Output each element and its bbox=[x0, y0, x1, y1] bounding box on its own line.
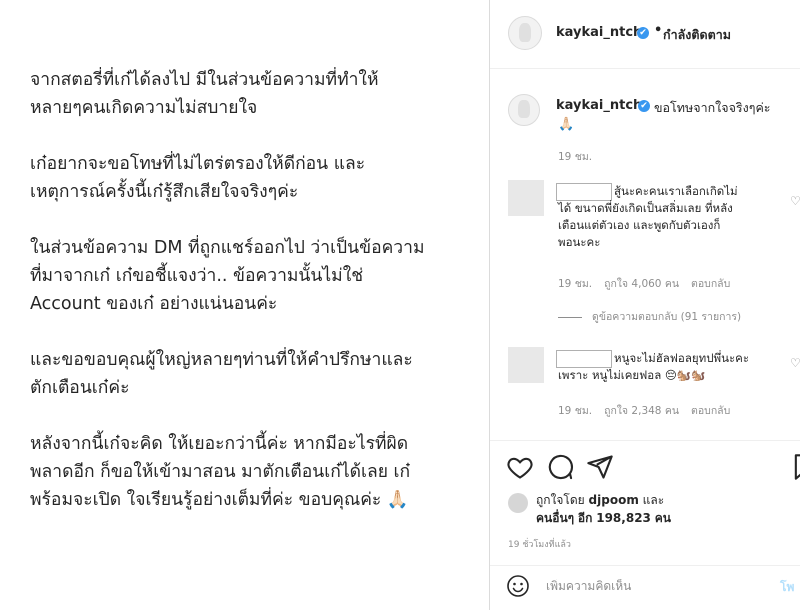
caption-username[interactable]: kaykai_ntch bbox=[556, 98, 642, 113]
comment-icon[interactable] bbox=[546, 453, 574, 481]
comment-line: สู้นะคะคนเราเลือกเกิดไม่ bbox=[614, 184, 738, 198]
post-line: ตักเตือนเก๋ค่ะ bbox=[30, 378, 130, 398]
post-paragraph: หลังจากนี้เก๋จะคิด ให้เยอะกว่านี้ค่ะ หาก… bbox=[30, 430, 470, 514]
comment-line: หนูจะไม่ฮัลฟอลยุทปพึ่นะคะ bbox=[614, 351, 749, 365]
verified-icon: ✔ bbox=[637, 27, 649, 39]
post-paragraph: ในส่วนข้อความ DM ที่ถูกแชร์ออกไป ว่าเป็น… bbox=[30, 234, 470, 318]
liked-and-label: และ bbox=[642, 493, 665, 507]
comment-time[interactable]: 19 ชม. bbox=[558, 405, 592, 417]
caption-avatar[interactable] bbox=[508, 94, 540, 126]
comment-like-icon[interactable]: ♡ bbox=[790, 356, 800, 370]
likes-count[interactable]: 198,823 bbox=[596, 511, 651, 525]
avatar[interactable] bbox=[508, 16, 542, 50]
caption-time[interactable]: 19 ชม. bbox=[558, 148, 592, 165]
post-line: พลาดอีก ก็ขอให้เข้ามาสอน มาตักเตือนเก๋ได… bbox=[30, 462, 411, 482]
following-button[interactable]: กำลังติดตาม bbox=[663, 25, 731, 45]
post-paragraph: เก๋อยากจะขอโทษที่ไม่ไตร่ตรองให้ดีก่อน แล… bbox=[30, 150, 470, 206]
comment-likes[interactable]: ถูกใจ 2,348 คน bbox=[604, 405, 679, 417]
post-paragraph: จากสตอรี่ที่เก๋ได้ลงไป มีในส่วนข้อความที… bbox=[30, 66, 470, 122]
header-username[interactable]: kaykai_ntch bbox=[556, 25, 642, 40]
comment-line: เพราะ หนูไม่เคยฟอล 😔🐿️🐿️ bbox=[558, 368, 706, 382]
comment-line: พอนะคะ bbox=[558, 235, 601, 249]
reply-button[interactable]: ตอบกลับ bbox=[691, 278, 730, 290]
replies-line bbox=[558, 316, 582, 318]
others-label[interactable]: คนอื่นๆ bbox=[536, 511, 574, 525]
likes-unit[interactable]: คน bbox=[655, 511, 671, 525]
post-line: และขอขอบคุณผู้ใหญ่หลายๆท่านที่ให้คำปรึกษ… bbox=[30, 350, 413, 370]
post-paragraph: และขอขอบคุณผู้ใหญ่หลายๆท่านที่ให้คำปรึกษ… bbox=[30, 346, 470, 402]
post-header: kaykai_ntch ✔ • กำลังติดตาม bbox=[490, 0, 800, 69]
others-mid-label[interactable]: อีก bbox=[578, 511, 592, 525]
view-replies-button[interactable]: ดูข้อความตอบกลับ (91 รายการ) bbox=[558, 308, 741, 325]
comment-bar: โพ bbox=[490, 565, 800, 611]
post-line: ที่มาจากเก๋ เก๋ขอชี้แจงว่า.. ข้อความนั้น… bbox=[30, 266, 364, 286]
comment-time[interactable]: 19 ชม. bbox=[558, 278, 592, 290]
post-text: จากสตอรี่ที่เก๋ได้ลงไป มีในส่วนข้อความที… bbox=[30, 66, 470, 542]
liker-username[interactable]: djpoom bbox=[589, 493, 639, 507]
comment-avatar[interactable] bbox=[508, 347, 544, 383]
post-line: เหตุการณ์ครั้งนี้เก๋รู้สึกเสียใจจริงๆค่ะ bbox=[30, 182, 299, 202]
comment-input[interactable] bbox=[546, 579, 766, 593]
comment-line: ได้ ขนาดพี่ยังเกิดเป็นสลิ่มเลย ที่หลัง bbox=[558, 201, 733, 215]
post-line: ในส่วนข้อความ DM ที่ถูกแชร์ออกไป ว่าเป็น… bbox=[30, 238, 425, 258]
comment-avatar[interactable] bbox=[508, 180, 544, 216]
emoji-icon[interactable] bbox=[506, 574, 530, 598]
bookmark-icon[interactable] bbox=[790, 453, 800, 481]
likes-line: ถูกใจโดย djpoom และ bbox=[536, 491, 664, 510]
post-line: หลังจากนี้เก๋จะคิด ให้เยอะกว่านี้ค่ะ หาก… bbox=[30, 434, 409, 454]
post-line: จากสตอรี่ที่เก๋ได้ลงไป มีในส่วนข้อความที… bbox=[30, 70, 379, 90]
heart-icon[interactable] bbox=[506, 453, 534, 481]
header-dot: • bbox=[654, 23, 663, 38]
comment-text: สู้นะคะคนเราเลือกเกิดไม่ ได้ ขนาดพี่ยังเ… bbox=[558, 183, 784, 251]
view-replies-label[interactable]: ดูข้อความตอบกลับ (91 รายการ) bbox=[592, 311, 741, 323]
share-icon[interactable] bbox=[586, 453, 614, 481]
comment-meta: 19 ชม. ถูกใจ 2,348 คน ตอบกลับ bbox=[558, 402, 742, 419]
post-line: พร้อมจะเปิด ใจเรียนรู้อย่างเต็มที่ค่ะ ขอ… bbox=[30, 490, 409, 510]
post-timestamp[interactable]: 19 ชั่วโมงที่แล้ว bbox=[508, 537, 571, 551]
post-line: หลายๆคนเกิดความไม่สบายใจ bbox=[30, 98, 258, 118]
likes-count-line[interactable]: คนอื่นๆ อีก 198,823 คน bbox=[536, 509, 671, 528]
verified-icon: ✔ bbox=[638, 100, 650, 112]
reply-button[interactable]: ตอบกลับ bbox=[691, 405, 730, 417]
post-comment-button[interactable]: โพ bbox=[780, 578, 794, 597]
liked-by-label: ถูกใจโดย bbox=[536, 493, 585, 507]
comment-meta: 19 ชม. ถูกใจ 4,060 คน ตอบกลับ bbox=[558, 275, 742, 292]
caption-emoji: 🙏🏻 bbox=[558, 117, 575, 132]
comment-likes[interactable]: ถูกใจ 4,060 คน bbox=[604, 278, 679, 290]
post-image: จากสตอรี่ที่เก๋ได้ลงไป มีในส่วนข้อความที… bbox=[0, 0, 488, 610]
post-line: Account ของเก๋ อย่างแน่นอนค่ะ bbox=[30, 294, 278, 314]
post-actions: ถูกใจโดย djpoom และ คนอื่นๆ อีก 198,823 … bbox=[490, 440, 800, 551]
comment-like-icon[interactable]: ♡ bbox=[790, 194, 800, 208]
liker-avatar[interactable] bbox=[508, 493, 528, 513]
caption-text: ขอโทษจากใจจริงๆค่ะ bbox=[654, 100, 771, 115]
post-sidebar: kaykai_ntch ✔ • กำลังติดตาม kaykai_ntch … bbox=[490, 0, 800, 610]
post-line: เก๋อยากจะขอโทษที่ไม่ไตร่ตรองให้ดีก่อน แล… bbox=[30, 154, 366, 174]
comment-text: หนูจะไม่ฮัลฟอลยุทปพึ่นะคะ เพราะ หนูไม่เค… bbox=[558, 350, 784, 384]
comment-line: เตือนแต่ตัวเอง และพูดกับตัวเองก็ bbox=[558, 218, 721, 232]
